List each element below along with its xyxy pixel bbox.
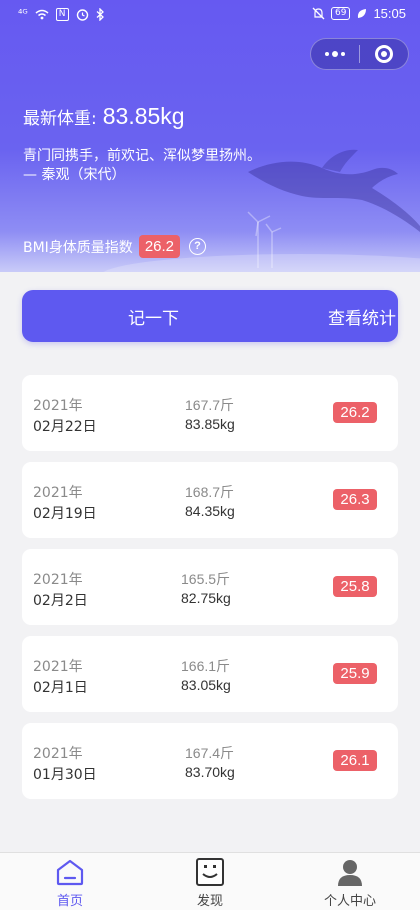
- tab-discover[interactable]: 发现: [140, 853, 280, 910]
- record-bmi-badge: 26.1: [333, 750, 377, 771]
- view-stats-button[interactable]: 查看统计: [328, 304, 396, 329]
- record-date: 02月22日: [33, 419, 97, 435]
- record-date: 01月30日: [33, 767, 97, 783]
- smiley-face-icon: [196, 858, 224, 886]
- bluetooth-icon: [96, 7, 104, 21]
- poem-line: 青门同携手，前欢记、浑似梦里扬州。: [23, 148, 261, 164]
- latest-weight: 最新体重: 83.85kg: [23, 103, 185, 130]
- record-weight-jin: 167.7斤: [185, 397, 235, 413]
- record-weight-kg: 83.05kg: [181, 677, 231, 693]
- target-icon: [375, 45, 393, 63]
- help-icon[interactable]: ?: [189, 238, 207, 255]
- record-card[interactable]: 2021年 02月19日 168.7斤 84.35kg 26.3: [22, 462, 398, 538]
- miniprogram-capsule: [310, 38, 409, 70]
- record-bmi-badge: 25.9: [333, 663, 377, 684]
- home-icon: [56, 859, 84, 886]
- record-weight-jin: 166.1斤: [181, 658, 231, 674]
- record-weight-kg: 83.85kg: [185, 416, 235, 432]
- latest-weight-value: 83.85kg: [102, 103, 185, 129]
- bmi-label: BMI身体质量指数: [23, 239, 133, 256]
- poem-author: — 秦观（宋代）: [23, 167, 126, 183]
- action-bar: 记一下 查看统计: [22, 290, 398, 342]
- tab-discover-label: 发现: [196, 894, 223, 909]
- more-menu-button[interactable]: [311, 39, 359, 69]
- status-time: 15:05: [373, 6, 406, 21]
- record-button[interactable]: 记一下: [128, 304, 179, 329]
- record-weight-jin: 168.7斤: [185, 484, 235, 500]
- latest-weight-label: 最新体重:: [23, 109, 97, 129]
- header-banner: ⁴ᴳ N 69 15:05 最新体重: 83.85kg 青门同携手，前欢记、浑似…: [0, 0, 420, 272]
- tab-home-label: 首页: [56, 894, 83, 909]
- tab-profile-label: 个人中心: [323, 894, 376, 909]
- nfc-icon: N: [55, 7, 69, 21]
- tab-bar: 首页 发现 个人中心: [0, 852, 420, 910]
- person-icon: [338, 860, 362, 886]
- record-year: 2021年: [33, 659, 83, 675]
- record-card[interactable]: 2021年 02月2日 165.5斤 82.75kg 25.8: [22, 549, 398, 625]
- status-bar: ⁴ᴳ N 69 15:05: [0, 0, 420, 30]
- bmi-badge: 26.2: [138, 235, 181, 258]
- battery-indicator: 69: [331, 7, 351, 20]
- mute-icon: [312, 7, 325, 20]
- record-weight-jin: 167.4斤: [185, 745, 235, 761]
- record-year: 2021年: [33, 572, 83, 588]
- record-year: 2021年: [33, 485, 83, 501]
- record-date: 02月1日: [33, 680, 88, 696]
- record-date: 02月2日: [33, 593, 88, 609]
- close-miniprogram-button[interactable]: [360, 39, 408, 69]
- tab-profile[interactable]: 个人中心: [280, 853, 420, 910]
- record-bmi-badge: 26.2: [333, 402, 377, 423]
- record-card[interactable]: 2021年 02月22日 167.7斤 83.85kg 26.2: [22, 375, 398, 451]
- leaf-icon: [358, 8, 367, 18]
- record-weight-kg: 82.75kg: [181, 590, 231, 606]
- record-card[interactable]: 2021年 02月1日 166.1斤 83.05kg 25.9: [22, 636, 398, 712]
- record-year: 2021年: [33, 746, 83, 762]
- bmi-summary: BMI身体质量指数 26.2 ?: [23, 235, 207, 258]
- wifi-icon: [35, 9, 49, 19]
- record-weight-jin: 165.5斤: [181, 571, 231, 587]
- alarm-icon: [76, 8, 88, 21]
- signal-icon: ⁴ᴳ: [18, 7, 28, 20]
- record-date: 02月19日: [33, 506, 97, 522]
- record-weight-kg: 83.70kg: [185, 764, 235, 780]
- tab-home[interactable]: 首页: [0, 853, 140, 910]
- record-weight-kg: 84.35kg: [185, 503, 235, 519]
- record-bmi-badge: 25.8: [333, 576, 377, 597]
- record-bmi-badge: 26.3: [333, 489, 377, 510]
- record-year: 2021年: [33, 398, 83, 414]
- record-card[interactable]: 2021年 01月30日 167.4斤 83.70kg 26.1: [22, 723, 398, 799]
